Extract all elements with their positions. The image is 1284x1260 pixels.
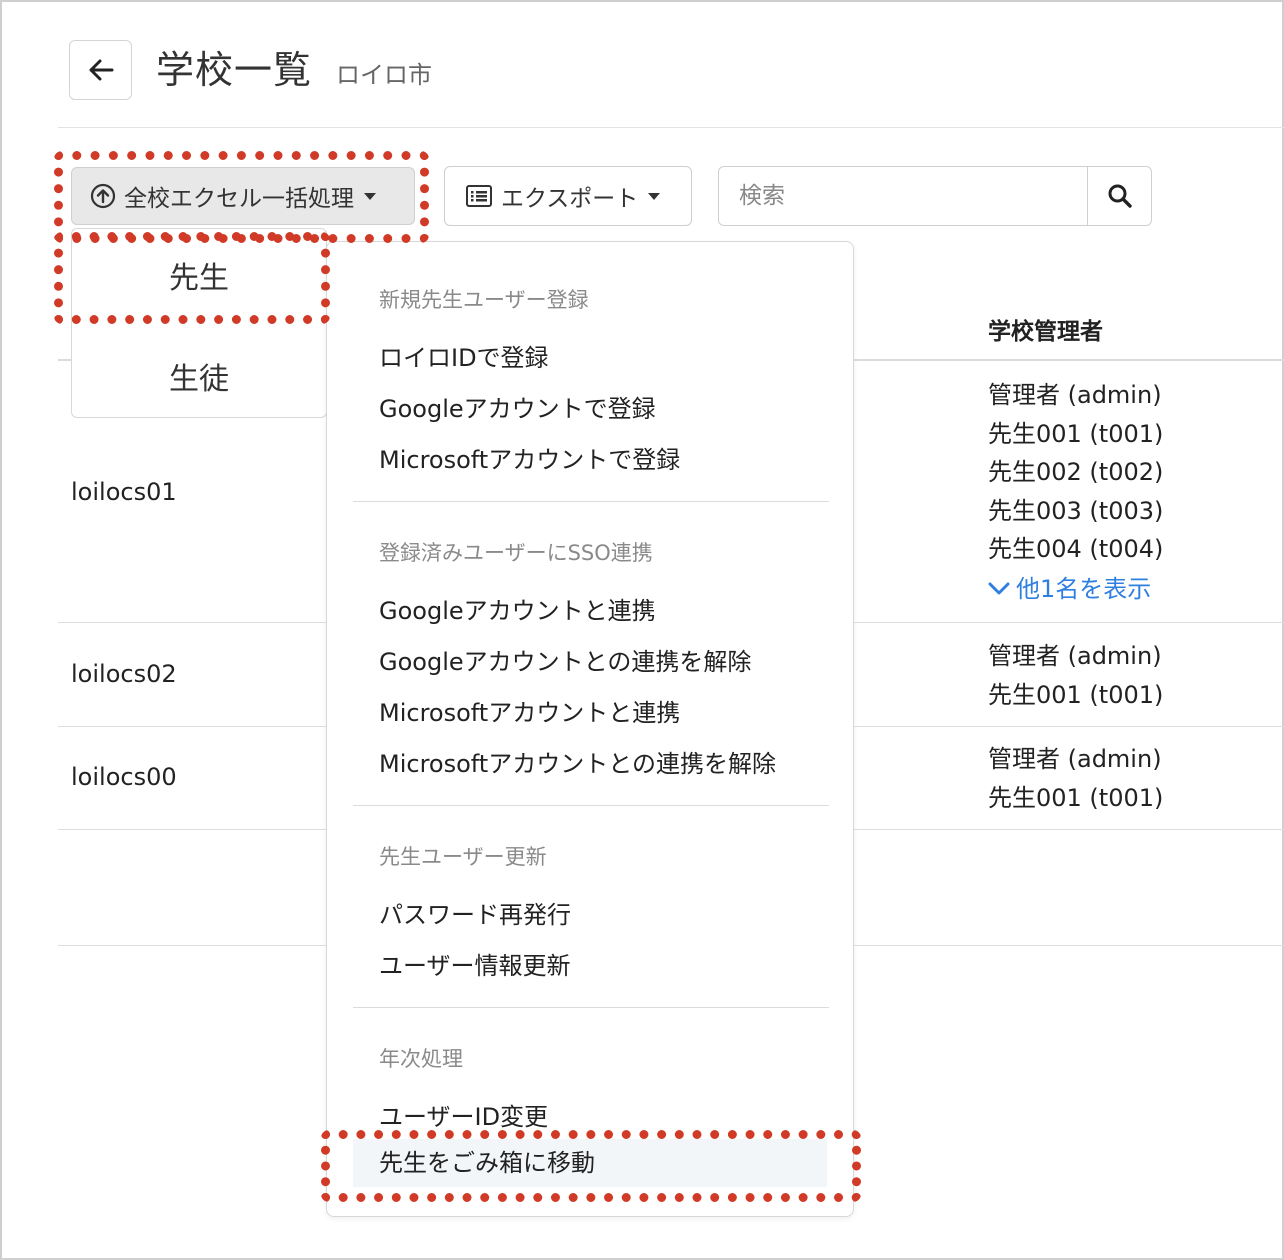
column-header-school-admin: 学校管理者 [988, 319, 1103, 345]
chevron-down-icon [988, 582, 1010, 594]
menu-item-register-google[interactable]: Googleアカウントで登録 [379, 389, 656, 424]
admin-entry: 先生003 (t003) [988, 496, 1164, 525]
export-label: エクスポート [501, 186, 639, 212]
search-icon [1108, 184, 1132, 208]
menu-item-update-user-info[interactable]: ユーザー情報更新 [379, 946, 571, 981]
dropdown-divider [353, 501, 829, 502]
dropdown-divider [353, 1007, 829, 1008]
admin-entry: 先生001 (t001) [988, 680, 1164, 709]
menu-item-link-microsoft[interactable]: Microsoftアカウントと連携 [379, 693, 680, 728]
school-id-cell: loilocs00 [71, 763, 177, 791]
school-id-cell: loilocs01 [71, 478, 177, 506]
search-input[interactable] [719, 167, 1087, 225]
admin-list: 管理者 (admin) 先生001 (t001) [988, 637, 1163, 714]
menu-item-change-user-id[interactable]: ユーザーID変更 [379, 1097, 548, 1132]
list-icon [465, 184, 493, 208]
dropdown-section-header: 新規先生ユーザー登録 [379, 288, 589, 312]
user-type-submenu: 先生 生徒 [71, 228, 327, 418]
arrow-left-icon [89, 59, 113, 81]
school-id-cell: loilocs02 [71, 660, 177, 688]
menu-item-link-google[interactable]: Googleアカウントと連携 [379, 591, 656, 626]
bulk-excel-button[interactable]: 全校エクセル一括処理 [71, 167, 415, 225]
admin-entry: 先生004 (t004) [988, 535, 1164, 563]
submenu-item-student[interactable]: 生徒 [72, 354, 326, 398]
dropdown-section-header: 年次処理 [379, 1047, 463, 1071]
admin-entry: 管理者 (admin) [988, 381, 1162, 409]
page-title: 学校一覧 [156, 48, 313, 92]
show-more-label: 他1名を表示 [1016, 574, 1152, 603]
submenu-item-teacher[interactable]: 先生 [72, 253, 326, 297]
menu-item-reissue-password[interactable]: パスワード再発行 [379, 895, 571, 930]
admin-list: 管理者 (admin) 先生001 (t001) 先生002 (t002) 先生… [988, 376, 1163, 609]
dropdown-section-header: 登録済みユーザーにSSO連携 [379, 541, 653, 565]
page-subtitle: ロイロ市 [336, 61, 432, 89]
menu-item-unlink-google[interactable]: Googleアカウントとの連携を解除 [379, 642, 751, 677]
caret-down-icon [364, 192, 376, 200]
menu-item-move-teacher-to-trash[interactable]: 先生をごみ箱に移動 [353, 1139, 827, 1187]
export-button[interactable]: エクスポート [444, 166, 692, 226]
menu-item-unlink-microsoft[interactable]: Microsoftアカウントとの連携を解除 [379, 744, 776, 779]
search-box [718, 166, 1152, 226]
menu-item-register-microsoft[interactable]: Microsoftアカウントで登録 [379, 440, 680, 475]
admin-entry: 先生001 (t001) [988, 783, 1164, 812]
admin-entry: 管理者 (admin) [988, 745, 1162, 773]
bulk-excel-label: 全校エクセル一括処理 [124, 186, 354, 212]
upload-circle-icon [90, 183, 116, 209]
teacher-bulk-dropdown-menu: 新規先生ユーザー登録 ロイロIDで登録 Googleアカウントで登録 Micro… [326, 241, 854, 1217]
dropdown-section-header: 先生ユーザー更新 [379, 845, 547, 869]
admin-list: 管理者 (admin) 先生001 (t001) [988, 740, 1163, 817]
show-more-link[interactable]: 他1名を表示 [988, 569, 1163, 609]
back-button[interactable] [69, 40, 132, 100]
admin-entry: 先生001 (t001) [988, 419, 1164, 448]
header-divider [58, 127, 1284, 128]
caret-down-icon [648, 192, 661, 200]
dropdown-divider [353, 805, 829, 806]
menu-item-register-loilo-id[interactable]: ロイロIDで登録 [379, 338, 549, 373]
search-button[interactable] [1087, 167, 1151, 225]
admin-entry: 管理者 (admin) [988, 642, 1162, 670]
admin-entry: 先生002 (t002) [988, 458, 1164, 486]
